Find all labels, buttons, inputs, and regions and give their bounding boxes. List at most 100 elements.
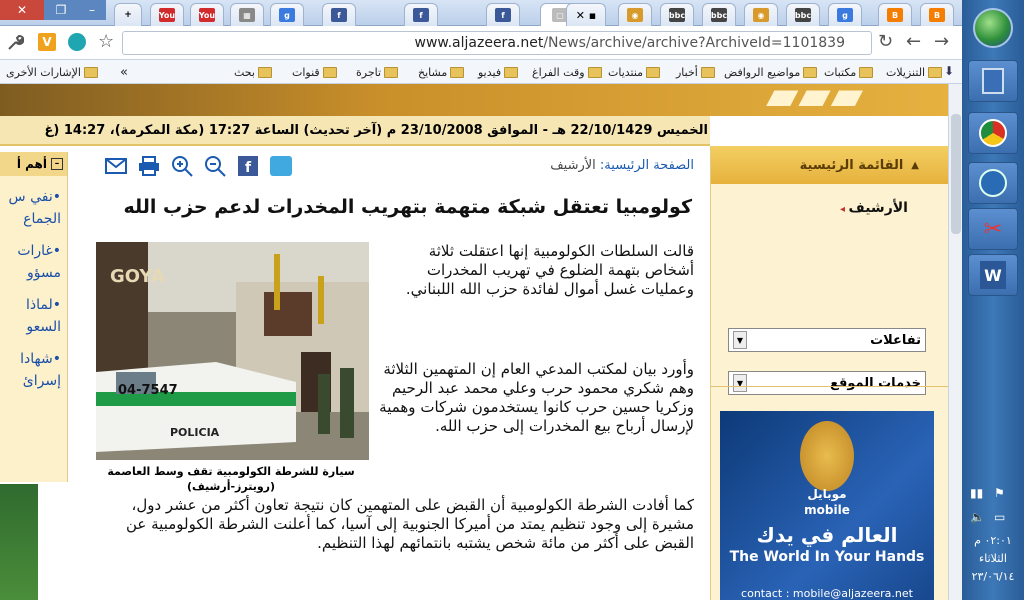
ad-mobile-english: mobile bbox=[804, 503, 850, 517]
breadcrumb-home-link[interactable]: الصفحة الرئيسية: bbox=[600, 158, 694, 173]
google-icon: g bbox=[837, 8, 853, 22]
bookmark-free-time[interactable]: وقت الفراغ bbox=[532, 63, 602, 81]
zoom-out-icon[interactable] bbox=[203, 156, 227, 177]
archive-link[interactable]: الأرشيف bbox=[840, 200, 908, 216]
triangle-up-icon: ▲ bbox=[911, 159, 919, 171]
tab-facebook-2[interactable]: f bbox=[404, 3, 438, 26]
flag-icon[interactable]: ⚑ bbox=[994, 486, 1005, 500]
bookmarks-more[interactable]: » bbox=[120, 63, 128, 81]
taskbar-word[interactable]: W bbox=[968, 254, 1018, 296]
network-icon[interactable]: ▮▮ bbox=[970, 486, 983, 500]
twitter-share-icon[interactable] bbox=[269, 156, 293, 176]
tab-youtube-2[interactable]: You bbox=[190, 3, 224, 26]
top-story-link[interactable]: غاراتمسؤو bbox=[0, 240, 67, 284]
taskbar-chrome[interactable] bbox=[968, 112, 1018, 154]
photo-poster-text: GOYA bbox=[110, 266, 165, 287]
new-tab-button[interactable]: + bbox=[114, 3, 142, 26]
interactions-select[interactable]: تفاعلات ▼ bbox=[728, 328, 926, 352]
forward-icon[interactable]: → bbox=[934, 31, 949, 52]
tab-facebook[interactable]: f bbox=[322, 3, 356, 26]
photo-caption: سيارة للشرطة الكولومبية تقف وسط العاصمة … bbox=[92, 464, 370, 494]
bookmark-downloads[interactable]: التنزيلات bbox=[886, 63, 943, 81]
tab-aljazeera[interactable]: ◉ bbox=[618, 3, 652, 26]
tab-bbc-2[interactable]: bbc bbox=[702, 3, 736, 26]
folder-icon bbox=[803, 66, 818, 78]
extension-v-icon[interactable]: V bbox=[38, 33, 56, 51]
reload-icon[interactable]: ↻ bbox=[878, 31, 893, 52]
zoom-in-icon[interactable] bbox=[170, 156, 194, 177]
clock-time[interactable]: ٠٢:٠١ م bbox=[962, 534, 1024, 547]
tab-blogger-2[interactable]: B bbox=[920, 3, 954, 26]
folder-icon bbox=[646, 66, 661, 78]
back-icon[interactable]: ← bbox=[906, 31, 921, 52]
bookmark-sheikhs[interactable]: مشايخ bbox=[418, 63, 465, 81]
bookmark-star-icon[interactable]: ☆ bbox=[98, 31, 114, 52]
print-icon[interactable] bbox=[137, 156, 161, 176]
folder-icon bbox=[504, 66, 519, 78]
facebook-share-icon[interactable]: f bbox=[236, 156, 260, 176]
tab-bbc[interactable]: bbc bbox=[660, 3, 694, 26]
bbc-icon: bbc bbox=[711, 8, 727, 22]
power-icon[interactable]: ▭ bbox=[994, 510, 1005, 524]
url-host: www.aljazeera.net bbox=[414, 35, 544, 51]
facebook-icon: f bbox=[413, 8, 429, 22]
top-story-link[interactable]: لماذاالسعو bbox=[0, 294, 67, 338]
top-stories-column: – أهم أ نفي سالجماع غاراتمسؤو لماذاالسعو… bbox=[0, 152, 68, 482]
tab-youtube[interactable]: You bbox=[150, 3, 184, 26]
google-icon: g bbox=[279, 8, 295, 22]
tab-google[interactable]: g bbox=[270, 3, 304, 26]
date-bar: الخميس 22/10/1429 هـ - الموافق 23/10/200… bbox=[0, 116, 710, 146]
folder-icon bbox=[322, 66, 337, 78]
top-story-link[interactable]: نفي سالجماع bbox=[0, 186, 67, 230]
restore-window-button[interactable]: ❐ bbox=[44, 0, 78, 20]
volume-icon[interactable]: 🔈 bbox=[970, 510, 985, 524]
tab-aljazeera-2[interactable]: ◉ bbox=[744, 3, 778, 26]
site-services-select[interactable]: خدمات الموقع ▼ bbox=[728, 371, 926, 395]
youtube-icon: You bbox=[159, 8, 175, 22]
taskbar-snipping-tool[interactable]: ✂ bbox=[968, 208, 1018, 250]
aljazeera-icon: ◉ bbox=[627, 8, 643, 22]
tab-blogger[interactable]: B bbox=[878, 3, 912, 26]
start-button[interactable] bbox=[973, 8, 1013, 48]
aljazeera-logo-icon bbox=[800, 421, 854, 491]
bookmark-news[interactable]: أخبار bbox=[676, 63, 715, 81]
bookmark-topics[interactable]: مواضيع الروافض bbox=[724, 63, 818, 81]
tab-facebook-3[interactable]: f bbox=[486, 3, 520, 26]
bookmark-trader[interactable]: تاجرة bbox=[356, 63, 399, 81]
facebook-icon: f bbox=[495, 8, 511, 22]
email-icon[interactable] bbox=[104, 156, 128, 176]
right-navigation: ▲ القائمة الرئيسية الأرشيف تفاعلات ▼ خدم… bbox=[710, 146, 948, 600]
tab-close-button[interactable]: ✕ ▪ bbox=[566, 3, 606, 26]
top-story-link[interactable]: شهاداإسرائ bbox=[0, 348, 67, 392]
bookmark-libraries[interactable]: مكتبات bbox=[824, 63, 874, 81]
photo-caption-text: سيارة للشرطة الكولومبية تقف وسط العاصمة bbox=[107, 465, 355, 478]
taskbar-app-q[interactable] bbox=[968, 162, 1018, 204]
taskbar-media-player[interactable] bbox=[968, 60, 1018, 102]
clock-date[interactable]: ٢٣/٠٦/١٤ bbox=[962, 570, 1024, 583]
bookmark-other[interactable]: الإشارات الأخرى bbox=[6, 63, 98, 81]
minimize-window-button[interactable]: – bbox=[78, 0, 106, 20]
url-path: /News/archive/archive?ArchiveId=1101839 bbox=[543, 35, 845, 51]
web-page: ▰▰▰ الخميس 22/10/1429 هـ - الموافق 23/10… bbox=[0, 84, 948, 600]
bookmark-forums[interactable]: منتديات bbox=[608, 63, 661, 81]
vertical-scrollbar[interactable] bbox=[948, 84, 962, 600]
url-input[interactable]: www.aljazeera.net/News/archive/archive?A… bbox=[122, 31, 872, 55]
tab-3[interactable]: ▦ bbox=[230, 3, 264, 26]
tab-google-2[interactable]: g bbox=[828, 3, 862, 26]
bookmark-search[interactable]: بحث bbox=[234, 63, 272, 81]
extension-shield-icon[interactable] bbox=[68, 33, 86, 51]
tab-bbc-3[interactable]: bbc bbox=[786, 3, 820, 26]
photo-credit: (رويترز-أرشيف) bbox=[186, 480, 276, 493]
mobile-ad-banner[interactable]: موبايل mobile العالم في يدك The World In… bbox=[720, 411, 934, 600]
bookmark-channels[interactable]: قنوات bbox=[292, 63, 337, 81]
wrench-icon[interactable] bbox=[6, 34, 24, 52]
bookmark-video[interactable]: فيديو bbox=[478, 63, 519, 81]
collapse-icon[interactable]: – bbox=[51, 158, 63, 170]
scrollbar-thumb[interactable] bbox=[951, 114, 961, 234]
bookmark-menu-icon[interactable]: ⬇ bbox=[944, 64, 954, 78]
clock-day[interactable]: الثلاثاء bbox=[962, 552, 1024, 565]
word-icon: W bbox=[980, 261, 1006, 289]
close-window-button[interactable]: ✕ bbox=[0, 0, 44, 20]
article-paragraph-1: قالت السلطات الكولومبية إنها اعتقلت ثلاث… bbox=[405, 242, 694, 298]
main-menu-header[interactable]: ▲ القائمة الرئيسية bbox=[711, 146, 948, 184]
